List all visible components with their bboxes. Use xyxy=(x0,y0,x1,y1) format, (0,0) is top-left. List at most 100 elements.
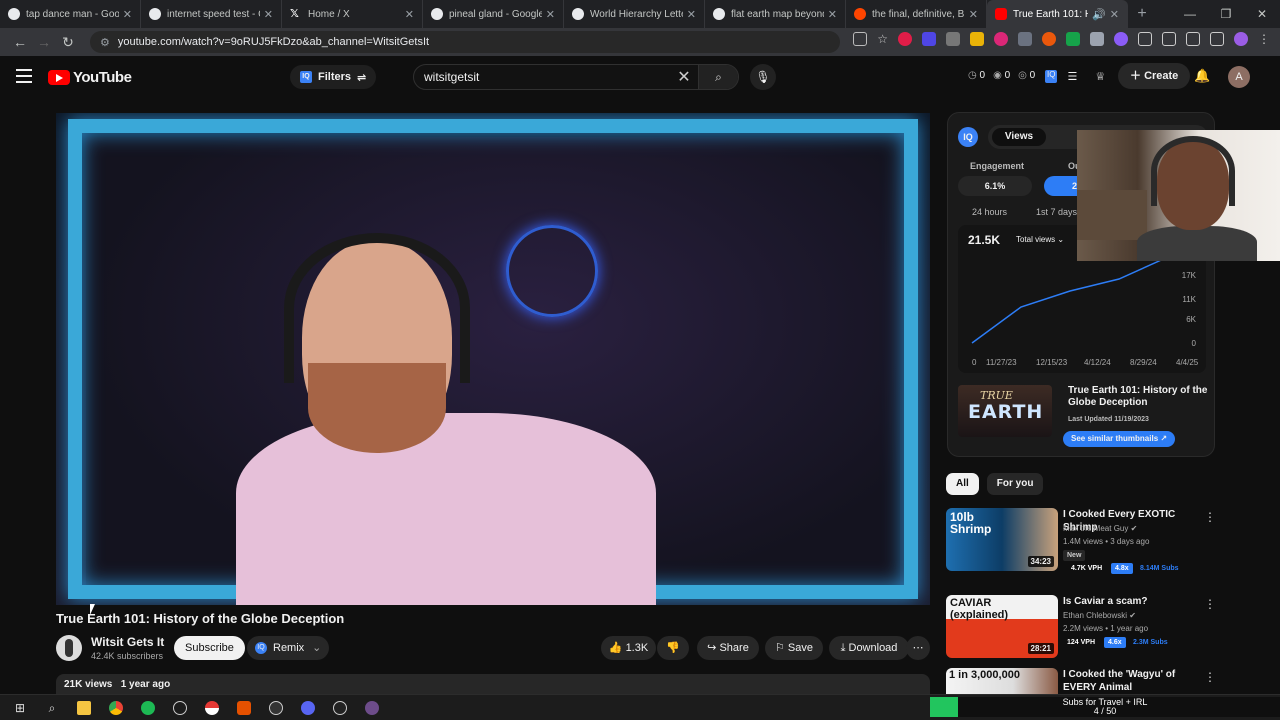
windows-start-icon[interactable]: ⊞ xyxy=(6,697,34,719)
browser-tab[interactable]: flat earth map beyond the✕ xyxy=(705,0,846,28)
chip-all[interactable]: All xyxy=(946,473,979,495)
create-button[interactable]: ＋ Create xyxy=(1118,63,1191,89)
close-tab-icon[interactable]: ✕ xyxy=(405,8,414,21)
search-icon[interactable]: ⌕ xyxy=(38,697,66,719)
media-icon[interactable] xyxy=(1210,32,1224,46)
browser-tab[interactable]: pineal gland - Google Sea✕ xyxy=(423,0,564,28)
reload-icon[interactable]: ↻ xyxy=(56,34,80,51)
browser-tab[interactable]: 𝕏 Home / X ✕ xyxy=(282,0,423,28)
chip-for-you[interactable]: For you xyxy=(986,473,1044,495)
more-actions-button[interactable]: ⋯ xyxy=(906,636,930,660)
app-icon[interactable] xyxy=(166,697,194,719)
youtube-logo[interactable]: YouTube xyxy=(48,69,132,86)
install-icon[interactable] xyxy=(853,32,868,46)
extension-icon[interactable] xyxy=(994,32,1008,46)
duration-badge: 34:23 xyxy=(1027,556,1054,567)
browser-tab[interactable]: tap dance man - Google S✕ xyxy=(0,0,141,28)
spotify-icon[interactable] xyxy=(134,697,162,719)
chrome-icon[interactable] xyxy=(102,697,130,719)
range-24h[interactable]: 24 hours xyxy=(972,207,1007,217)
search-input[interactable]: witsitgetsit xyxy=(424,70,670,84)
app-icon[interactable] xyxy=(358,697,386,719)
sidebar-icon[interactable] xyxy=(1186,32,1200,46)
star-icon[interactable]: ☆ xyxy=(877,32,888,46)
obs-icon[interactable] xyxy=(262,697,290,719)
close-tab-icon[interactable]: ✕ xyxy=(828,8,837,21)
extension-icon[interactable] xyxy=(1090,32,1104,46)
recommendation-item[interactable]: 10lb Shrimp 34:23 I Cooked Every EXOTIC … xyxy=(946,508,1226,588)
extension-icon[interactable] xyxy=(922,32,936,46)
vidiq-icon[interactable]: IQ xyxy=(1045,70,1058,83)
counter-item: ◷ 0 xyxy=(968,70,986,81)
trophy-icon[interactable]: ♕ xyxy=(1095,70,1105,83)
download-button[interactable]: ⤓ Download xyxy=(829,636,909,660)
close-tab-icon[interactable]: ✕ xyxy=(1110,8,1119,21)
close-tab-icon[interactable]: ✕ xyxy=(546,8,555,21)
discord-icon[interactable] xyxy=(294,697,322,719)
video-thumbnail[interactable]: CAVIAR (explained) 28:21 xyxy=(946,595,1058,658)
browser-tab[interactable]: World Hierarchy Letter 3.1✕ xyxy=(564,0,705,28)
channel-name[interactable]: Witsit Gets It xyxy=(91,635,164,649)
clear-search-icon[interactable]: ✕ xyxy=(670,67,698,87)
minimize-icon[interactable]: — xyxy=(1172,7,1208,21)
video-thumbnail[interactable]: 1 in 3,000,000 xyxy=(946,668,1058,694)
close-tab-icon[interactable]: ✕ xyxy=(687,8,696,21)
channel-avatar[interactable] xyxy=(56,635,82,661)
audio-icon[interactable]: 🔊 xyxy=(1092,8,1106,21)
extension-icon[interactable] xyxy=(1066,32,1080,46)
list-icon[interactable]: ☰ xyxy=(1067,70,1077,83)
browser-tab[interactable]: the final, definitive, BEYON✕ xyxy=(846,0,987,28)
app-icon[interactable] xyxy=(230,697,258,719)
notifications-bell-icon[interactable]: 🔔 xyxy=(1194,68,1210,84)
search-button[interactable]: ⌕ xyxy=(698,65,738,89)
site-info-icon[interactable]: ⚙ xyxy=(100,36,110,49)
more-options-icon[interactable]: ⋮ xyxy=(1204,670,1216,684)
recommendation-item[interactable]: CAVIAR (explained) 28:21 Is Caviar a sca… xyxy=(946,595,1226,675)
recommendation-item[interactable]: 1 in 3,000,000 I Cooked the 'Wagyu' of E… xyxy=(946,668,1226,694)
account-avatar[interactable]: A xyxy=(1228,66,1250,88)
dislike-button[interactable]: 👎 xyxy=(657,636,689,660)
hamburger-menu-icon[interactable] xyxy=(16,69,32,87)
extension-icon[interactable] xyxy=(1138,32,1152,46)
file-explorer-icon[interactable] xyxy=(70,697,98,719)
app-icon[interactable] xyxy=(326,697,354,719)
profile-icon[interactable] xyxy=(1234,32,1248,46)
like-button[interactable]: 👍 1.3K xyxy=(601,636,656,660)
restore-icon[interactable]: ❐ xyxy=(1208,7,1244,21)
extension-icon[interactable] xyxy=(946,32,960,46)
close-tab-icon[interactable]: ✕ xyxy=(123,8,132,21)
extension-icon[interactable] xyxy=(898,32,912,46)
remix-button[interactable]: IQ Remix ⌄ xyxy=(247,636,330,660)
browser-tab[interactable]: internet speed test - Goog✕ xyxy=(141,0,282,28)
presenter-hoodie xyxy=(236,413,656,605)
extension-icon[interactable] xyxy=(1114,32,1128,46)
back-icon[interactable]: ← xyxy=(8,34,32,50)
more-options-icon[interactable]: ⋮ xyxy=(1204,510,1216,524)
close-tab-icon[interactable]: ✕ xyxy=(264,8,273,21)
save-button[interactable]: ⚐ Save xyxy=(765,636,823,660)
subscribe-button[interactable]: Subscribe xyxy=(174,636,245,660)
extension-icon[interactable] xyxy=(1018,32,1032,46)
video-player[interactable] xyxy=(56,113,930,605)
extension-icon[interactable] xyxy=(1042,32,1056,46)
subscriber-goal-widget: Subs for Travel + IRL 4 / 50 xyxy=(930,697,1280,717)
share-button[interactable]: ↪ Share xyxy=(697,636,759,660)
tab-views[interactable]: Views xyxy=(992,128,1046,146)
more-options-icon[interactable]: ⋮ xyxy=(1204,597,1216,611)
close-tab-icon[interactable]: ✕ xyxy=(969,8,978,21)
similar-thumbnails-button[interactable]: See similar thumbnails ↗ xyxy=(1063,431,1176,447)
microphone-icon[interactable]: 🎙 xyxy=(750,64,776,90)
menu-kebab-icon[interactable]: ⋮ xyxy=(1258,32,1270,46)
range-7d[interactable]: 1st 7 days xyxy=(1036,207,1077,217)
pokeball-icon[interactable] xyxy=(198,697,226,719)
new-tab-button[interactable]: + xyxy=(1128,5,1156,23)
video-thumbnail[interactable]: 10lb Shrimp 34:23 xyxy=(946,508,1058,571)
close-window-icon[interactable]: ✕ xyxy=(1244,7,1280,21)
puzzle-icon[interactable] xyxy=(1162,32,1176,46)
browser-tab-active[interactable]: True Earth 101: Histor🔊✕ xyxy=(987,0,1128,28)
url-field[interactable]: ⚙ youtube.com/watch?v=9oRUJ5FkDzo&ab_cha… xyxy=(90,31,840,53)
filters-button[interactable]: IQ Filters ⇌ xyxy=(290,65,377,89)
search-box: witsitgetsit ✕ ⌕ xyxy=(413,64,739,90)
forward-icon[interactable]: → xyxy=(32,34,56,50)
extension-icon[interactable] xyxy=(970,32,984,46)
